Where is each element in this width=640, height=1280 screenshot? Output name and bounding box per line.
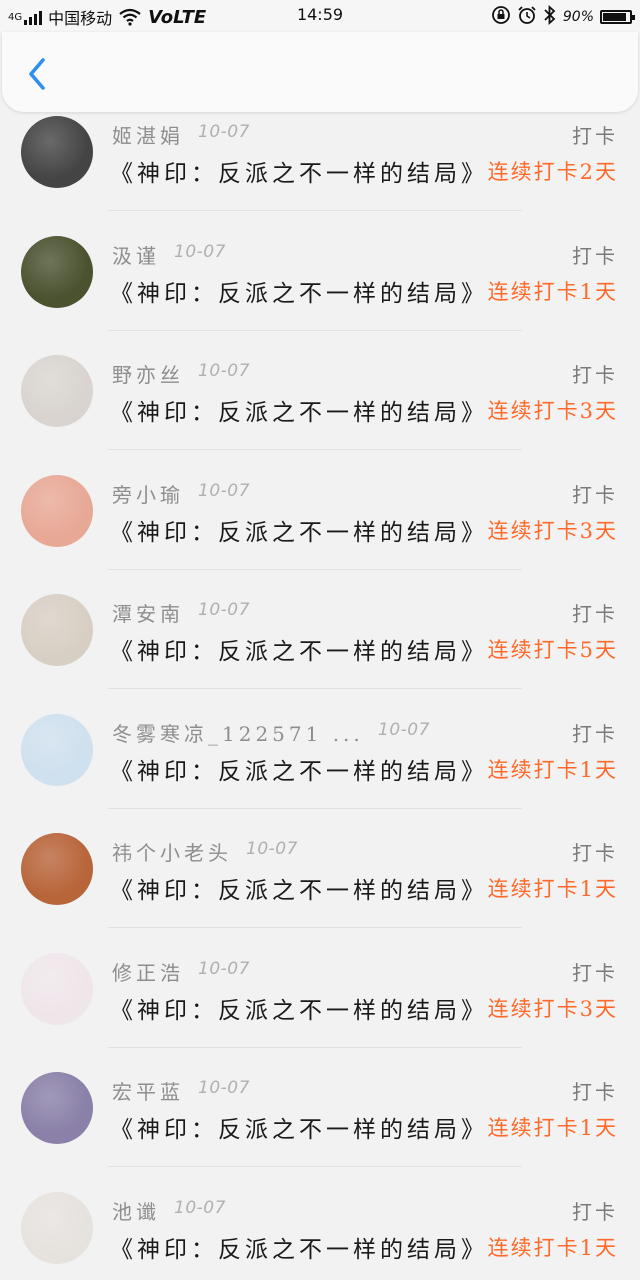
list-item[interactable]: 修正浩 10-07 打卡《神印：反派之不一样的结局》 连续打卡3天 [0, 949, 640, 1069]
divider [108, 210, 522, 211]
streak-label: 连续打卡1天 [487, 877, 618, 901]
book-title[interactable]: 《神印：反派之不一样的结局》 [110, 991, 488, 1025]
avatar[interactable] [21, 116, 93, 188]
divider [108, 688, 522, 689]
checkin-list: 姬湛娟 10-07 打卡 《神印：反派之不一样的结局》 连续打卡2天 汲谨 10-07 打卡《… [0, 112, 640, 1280]
checkin-tag: 打卡 [572, 961, 618, 985]
checkin-tag: 打卡 [572, 483, 618, 507]
status-right: 90% [491, 4, 635, 29]
back-button[interactable] [20, 54, 54, 94]
checkin-date: 10-07 [198, 959, 250, 979]
checkin-date: 10-07 [198, 122, 250, 142]
navigation-bar [2, 32, 638, 112]
divider [108, 1047, 522, 1048]
avatar[interactable] [21, 236, 93, 308]
checkin-date: 10-07 [378, 720, 430, 740]
checkin-date: 10-07 [174, 1198, 226, 1218]
divider [108, 330, 522, 331]
user-name[interactable]: 汲谨 [112, 240, 160, 269]
avatar[interactable] [21, 1072, 93, 1144]
checkin-tag: 打卡 [572, 124, 618, 148]
streak-label: 连续打卡2天 [487, 160, 618, 184]
checkin-date: 10-07 [198, 600, 250, 620]
checkin-tag: 打卡 [572, 841, 618, 865]
list-item[interactable]: 旁小瑜 10-07 打卡《神印：反派之不一样的结局》 连续打卡3天 [0, 471, 640, 591]
user-name[interactable]: 旁小瑜 [112, 479, 184, 508]
checkin-date: 10-07 [198, 1078, 250, 1098]
checkin-tag: 打卡 [572, 363, 618, 387]
divider [108, 569, 522, 570]
book-title[interactable]: 《神印：反派之不一样的结局》 [110, 1110, 488, 1144]
list-item[interactable]: 野亦丝 10-07 打卡《神印：反派之不一样的结局》 连续打卡3天 [0, 351, 640, 471]
user-name[interactable]: 池谶 [112, 1196, 160, 1225]
avatar[interactable] [21, 1192, 93, 1264]
avatar[interactable] [21, 355, 93, 427]
streak-label: 连续打卡1天 [487, 758, 618, 782]
battery-percent: 90% [562, 9, 594, 25]
book-title[interactable]: 《神印：反派之不一样的结局》 [110, 274, 488, 308]
battery-level [603, 13, 626, 21]
list-item[interactable]: 冬雾寒凉_122571 ... 10-07 打卡《神印：反派之不一样的结局》 连续打卡… [0, 710, 640, 830]
user-name[interactable]: 野亦丝 [112, 359, 184, 388]
book-title[interactable]: 《神印：反派之不一样的结局》 [110, 393, 488, 427]
list-item[interactable]: 祎个小老头 10-07 打卡《神印：反派之不一样的结局》 连续打卡1天 [0, 829, 640, 949]
divider [108, 808, 522, 809]
list-item[interactable]: 潭安南 10-07 打卡《神印：反派之不一样的结局》 连续打卡5天 [0, 590, 640, 710]
user-name[interactable]: 宏平蓝 [112, 1076, 184, 1105]
status-bar: 4G 中国移动 VoLTE 14:59 90% [0, 0, 640, 32]
user-name[interactable]: 潭安南 [112, 598, 184, 627]
rotation-lock-icon [491, 5, 511, 29]
checkin-tag: 打卡 [572, 602, 618, 626]
book-title[interactable]: 《神印：反派之不一样的结局》 [110, 632, 488, 666]
book-title[interactable]: 《神印：反派之不一样的结局》 [110, 513, 488, 547]
avatar[interactable] [21, 833, 93, 905]
streak-label: 连续打卡1天 [487, 1236, 618, 1260]
battery-icon [600, 10, 635, 24]
avatar[interactable] [21, 475, 93, 547]
streak-label: 连续打卡5天 [487, 638, 618, 662]
avatar[interactable] [21, 714, 93, 786]
book-title[interactable]: 《神印：反派之不一样的结局》 [110, 154, 488, 188]
list-item[interactable]: 池谶 10-07 打卡《神印：反派之不一样的结局》 连续打卡1天 [0, 1188, 640, 1280]
book-title[interactable]: 《神印：反派之不一样的结局》 [110, 871, 488, 905]
list-item[interactable]: 宏平蓝 10-07 打卡《神印：反派之不一样的结局》 连续打卡1天 [0, 1068, 640, 1188]
streak-label: 连续打卡3天 [487, 399, 618, 423]
checkin-date: 10-07 [198, 481, 250, 501]
user-name[interactable]: 姬湛娟 [112, 120, 184, 149]
list-item[interactable]: 汲谨 10-07 打卡《神印：反派之不一样的结局》 连续打卡1天 [0, 232, 640, 352]
checkin-date: 10-07 [198, 361, 250, 381]
streak-label: 连续打卡1天 [487, 1116, 618, 1140]
book-title[interactable]: 《神印：反派之不一样的结局》 [110, 752, 488, 786]
streak-label: 连续打卡3天 [487, 997, 618, 1021]
bluetooth-icon [543, 4, 557, 29]
streak-label: 连续打卡3天 [487, 519, 618, 543]
avatar[interactable] [21, 953, 93, 1025]
checkin-tag: 打卡 [572, 722, 618, 746]
divider [108, 927, 522, 928]
user-name[interactable]: 祎个小老头 [112, 837, 232, 866]
user-name[interactable]: 冬雾寒凉_122571 ... [112, 718, 364, 747]
divider [108, 449, 522, 450]
chevron-left-icon [29, 58, 45, 90]
avatar[interactable] [21, 594, 93, 666]
list-item[interactable]: 姬湛娟 10-07 打卡《神印：反派之不一样的结局》 连续打卡2天 [0, 112, 640, 232]
alarm-icon [517, 5, 537, 29]
checkin-tag: 打卡 [572, 1080, 618, 1104]
divider [108, 1166, 522, 1167]
checkin-date: 10-07 [174, 242, 226, 262]
user-name[interactable]: 修正浩 [112, 957, 184, 986]
checkin-tag: 打卡 [572, 244, 618, 268]
checkin-date: 10-07 [246, 839, 298, 859]
streak-label: 连续打卡1天 [487, 280, 618, 304]
book-title[interactable]: 《神印：反派之不一样的结局》 [110, 1230, 488, 1264]
checkin-tag: 打卡 [572, 1200, 618, 1224]
